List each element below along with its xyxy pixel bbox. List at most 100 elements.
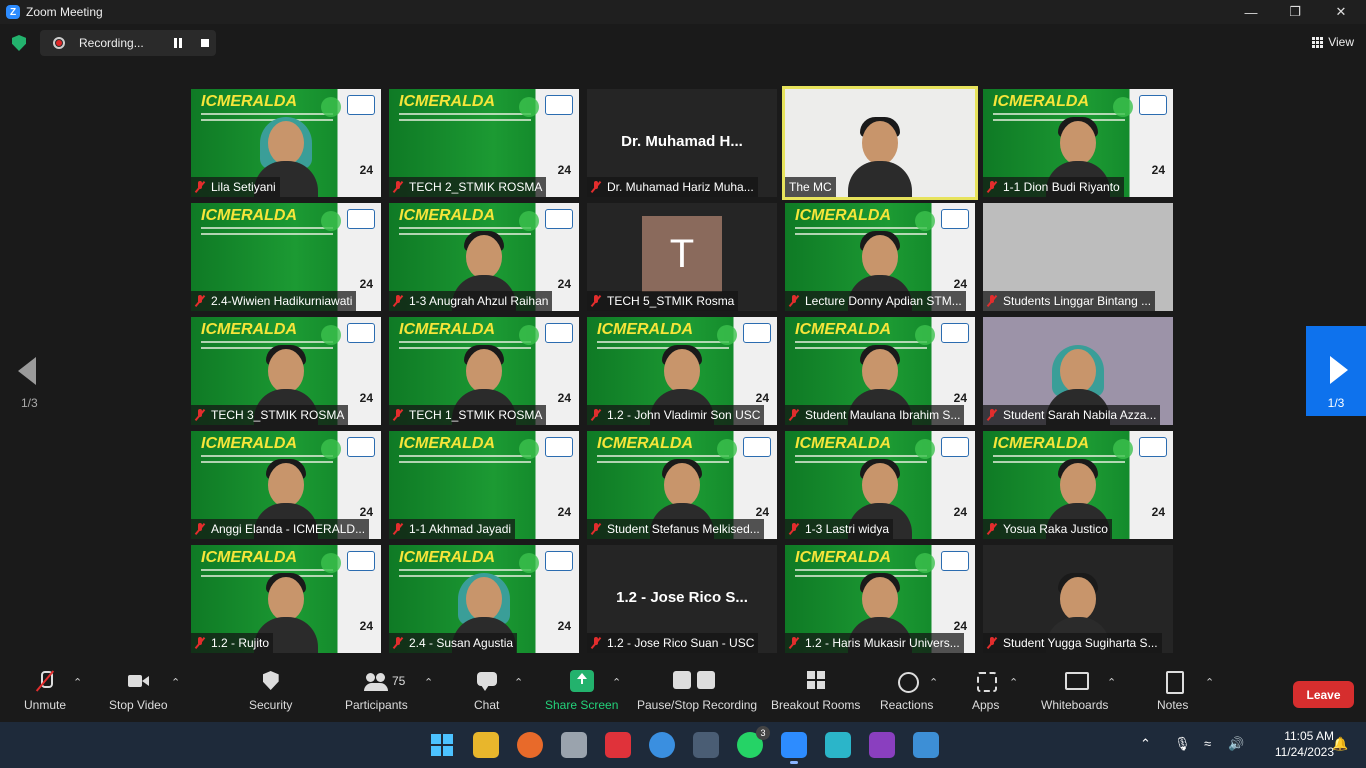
view-button[interactable]: View (1312, 35, 1354, 49)
video-tile[interactable]: ICMERALDA 24 TECH 2_STMIK ROSMA (389, 89, 579, 197)
video-tile[interactable]: ICMERALDA 24 1-3 Anugrah Ahzul Raihan (389, 203, 579, 311)
apps-button[interactable]: Apps (972, 670, 999, 712)
whatsapp-icon[interactable]: 3 (737, 726, 770, 758)
volume-icon[interactable]: 🔊 (1228, 736, 1244, 752)
video-options-chevron-icon[interactable]: ⌃ (171, 676, 180, 689)
video-tile[interactable]: ICMERALDA 24 Student Maulana Ibrahim S... (785, 317, 975, 425)
video-tile[interactable]: ICMERALDA 24 Lecture Donny Apdian STM... (785, 203, 975, 311)
recording-indicator: Recording... (40, 30, 216, 56)
video-tile[interactable]: 1.2 - Jose Rico S... 1.2 - Jose Rico Suan… (587, 545, 777, 653)
video-tile[interactable]: ICMERALDA 24 1-1 Dion Budi Riyanto (983, 89, 1173, 197)
video-tile[interactable]: Student Yugga Sugiharta S... (983, 545, 1173, 653)
microphone-muted-icon (591, 409, 601, 421)
participant-name: Dr. Muhamad Hariz Muha... (607, 180, 754, 194)
notes-options-chevron-icon[interactable]: ⌃ (1205, 676, 1214, 689)
video-tile[interactable]: ICMERALDA 24 Yosua Raka Justico (983, 431, 1173, 539)
ieee-logo-icon (545, 437, 573, 457)
video-tile[interactable]: Student Sarah Nabila Azza... (983, 317, 1173, 425)
audio-options-chevron-icon[interactable]: ⌃ (73, 676, 82, 689)
zoom-taskbar-icon[interactable] (781, 732, 807, 764)
reactions-button[interactable]: Reactions (880, 670, 933, 712)
video-tile[interactable]: T TECH 5_STMIK Rosma (587, 203, 777, 311)
stop-video-button[interactable]: Stop Video (109, 670, 168, 712)
banner-logo-icon (321, 211, 341, 231)
whiteboards-button[interactable]: Whiteboards (1041, 670, 1108, 712)
microphone-tray-icon[interactable]: 🎙 (1174, 736, 1191, 752)
pause-stop-recording-button[interactable]: Pause/Stop Recording (637, 670, 757, 712)
printer-icon[interactable] (561, 732, 587, 758)
participant-name: Student Sarah Nabila Azza... (1003, 408, 1157, 422)
chat-button[interactable]: Chat (474, 670, 499, 712)
banner-year: 24 (557, 277, 571, 291)
banner-subtitle-lines (201, 227, 333, 235)
whiteboard-icon (1063, 670, 1089, 692)
tray-overflow-chevron-icon[interactable]: ⌃ (1140, 736, 1156, 752)
microphone-muted-icon (987, 523, 997, 535)
clock-date: 11/24/2023 (1274, 745, 1334, 759)
minimize-button[interactable]: — (1228, 0, 1274, 24)
video-tile[interactable]: ICMERALDA 24 1-3 Lastri widya (785, 431, 975, 539)
video-tile[interactable]: ICMERALDA 24 TECH 1_STMIK ROSMA (389, 317, 579, 425)
banner-logo-icon (519, 553, 539, 573)
taskbar-clock[interactable]: 11:05 AM 11/24/2023 (1254, 728, 1334, 760)
video-tile[interactable]: ICMERALDA 24 Student Stefanus Melkised... (587, 431, 777, 539)
restore-button[interactable]: ❐ (1272, 0, 1318, 24)
video-tile[interactable]: ICMERALDA 24 Anggi Elanda - ICMERALD... (191, 431, 381, 539)
network-tool-icon[interactable] (693, 732, 719, 758)
anydesk-icon[interactable] (605, 732, 631, 758)
reactions-options-chevron-icon[interactable]: ⌃ (929, 676, 938, 689)
notepad-icon[interactable] (825, 732, 851, 758)
video-tile[interactable]: ICMERALDA 24 1.2 - Haris Mukasir Univers..… (785, 545, 975, 653)
participant-name: Anggi Elanda - ICMERALD... (211, 522, 366, 536)
leave-button[interactable]: Leave (1293, 681, 1354, 708)
chat-bubble-icon (475, 670, 499, 692)
pdf-reader-icon[interactable] (869, 732, 895, 758)
photos-icon[interactable] (913, 732, 939, 758)
video-tile[interactable]: Students Linggar Bintang ... (983, 203, 1173, 311)
video-tile[interactable]: ICMERALDA 24 2.4-Wiwien Hadikurniawati (191, 203, 381, 311)
pause-recording-icon[interactable] (174, 38, 182, 48)
share-screen-button[interactable]: Share Screen (545, 670, 618, 712)
video-tile[interactable]: ICMERALDA 24 1.2 - Rujito (191, 545, 381, 653)
breakout-rooms-button[interactable]: Breakout Rooms (771, 670, 860, 712)
stop-recording-icon[interactable] (201, 39, 209, 47)
start-windows-icon[interactable] (429, 732, 455, 758)
chat-options-chevron-icon[interactable]: ⌃ (514, 676, 523, 689)
close-button[interactable]: ✕ (1318, 0, 1364, 24)
zoom-logo-icon: Z (6, 5, 20, 19)
security-shield-icon (259, 670, 283, 692)
microphone-muted-icon (393, 637, 403, 649)
banner-logo-icon (519, 211, 539, 231)
video-tile[interactable]: ICMERALDA 24 TECH 3_STMIK ROSMA (191, 317, 381, 425)
file-explorer-icon[interactable] (473, 732, 499, 758)
notification-bell-icon[interactable]: 🔔 (1332, 736, 1348, 752)
security-button[interactable]: Security (249, 670, 292, 712)
banner-logo-icon (519, 97, 539, 117)
video-tile[interactable]: ICMERALDA 24 2.4 - Susan Agustia (389, 545, 579, 653)
whiteboards-options-chevron-icon[interactable]: ⌃ (1107, 676, 1116, 689)
microphone-muted-icon (195, 523, 205, 535)
video-gallery: ICMERALDA 24 Lila Setiyani ICMERALDA 24 TECH … (191, 86, 1175, 653)
notes-button[interactable]: Notes (1157, 670, 1188, 712)
participant-name: 1-3 Lastri widya (805, 522, 890, 536)
video-tile[interactable]: ICMERALDA 24 1.2 - John Vladimir Son USC (587, 317, 777, 425)
participant-name: Student Yugga Sugiharta S... (1003, 636, 1158, 650)
previous-page-arrow-icon[interactable] (18, 357, 36, 385)
video-tile[interactable]: ICMERALDA 24 1-1 Akhmad Jayadi (389, 431, 579, 539)
next-page-button[interactable]: 1/3 (1306, 326, 1366, 416)
video-tile[interactable]: Dr. Muhamad H... Dr. Muhamad Hariz Muha..… (587, 89, 777, 197)
apps-options-chevron-icon[interactable]: ⌃ (1009, 676, 1018, 689)
firefox-icon[interactable] (517, 732, 543, 758)
browser-globe-icon[interactable] (649, 732, 675, 758)
participants-options-chevron-icon[interactable]: ⌃ (424, 676, 433, 689)
participant-name: Students Linggar Bintang ... (1003, 294, 1152, 308)
encryption-shield-icon[interactable] (12, 35, 26, 51)
video-tile[interactable]: The MC (782, 86, 978, 200)
next-page-arrow-icon (1330, 356, 1348, 384)
share-options-chevron-icon[interactable]: ⌃ (612, 676, 621, 689)
unmute-button[interactable]: Unmute (24, 670, 66, 712)
participant-name-label: The MC (785, 177, 836, 197)
banner-brand-text: ICMERALDA (795, 435, 891, 452)
video-tile[interactable]: ICMERALDA 24 Lila Setiyani (191, 89, 381, 197)
wifi-icon[interactable]: ≈ (1204, 736, 1220, 752)
